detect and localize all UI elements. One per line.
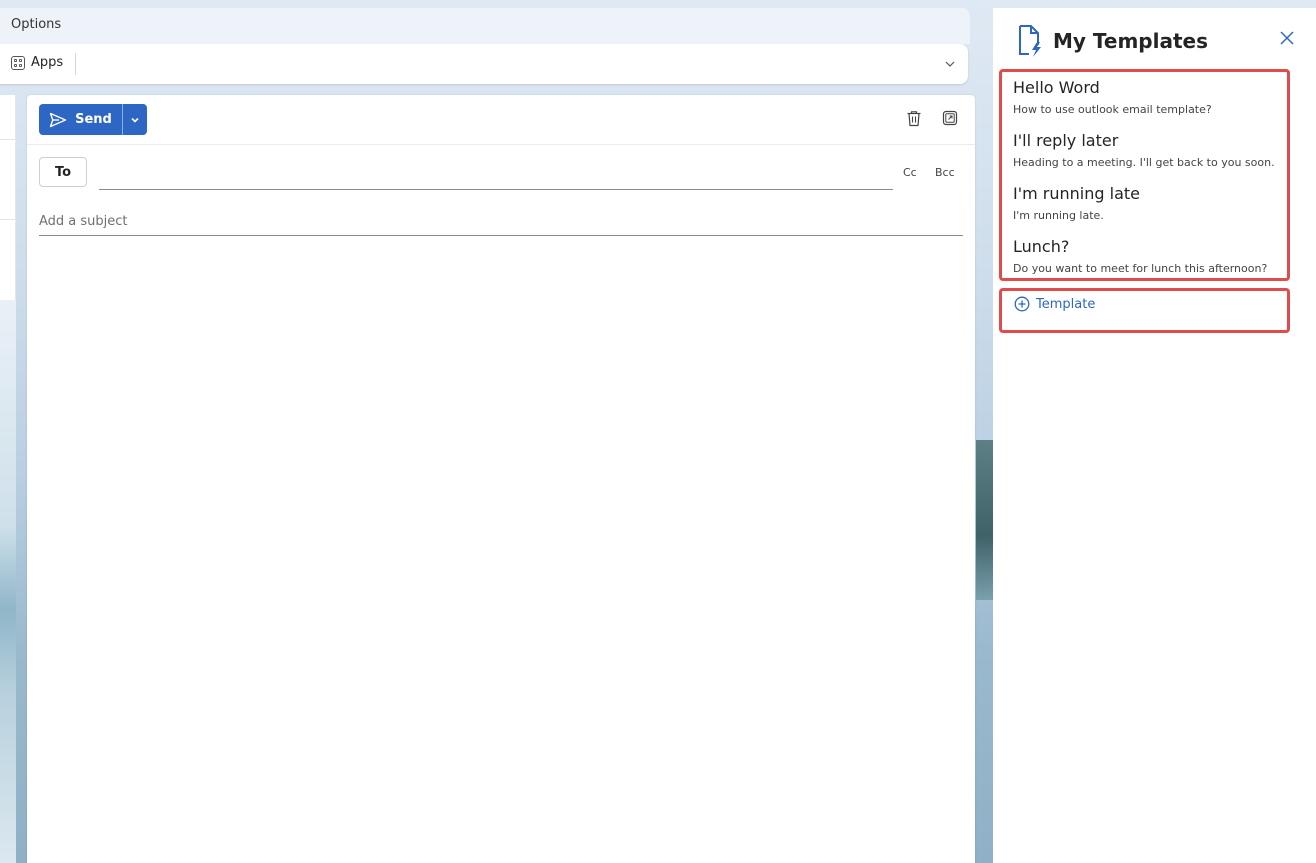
- send-icon: [49, 112, 67, 127]
- template-description: Do you want to meet for lunch this after…: [1013, 262, 1268, 275]
- template-title: Lunch?: [1013, 237, 1070, 256]
- add-circle-icon: [1014, 296, 1030, 312]
- template-item[interactable]: I'm running late I'm running late.: [1013, 184, 1140, 222]
- message-body[interactable]: [39, 245, 963, 855]
- popout-icon: [942, 110, 958, 126]
- background-scenery-left: [0, 300, 16, 863]
- to-button[interactable]: To: [39, 157, 87, 187]
- apps-icon: [11, 55, 25, 70]
- template-logo-icon: [1019, 25, 1041, 57]
- template-description: Heading to a meeting. I'll get back to y…: [1013, 156, 1275, 169]
- template-title: I'll reply later: [1013, 131, 1119, 150]
- toolbar-divider: [75, 53, 76, 75]
- ribbon-tab-bar: Options: [0, 8, 970, 44]
- template-title: Hello Word: [1013, 78, 1100, 97]
- send-button-group: Send: [39, 104, 147, 135]
- compose-pane: Send To Cc Bcc: [27, 95, 975, 863]
- templates-panel: My Templates Hello Word How to use outlo…: [993, 8, 1316, 863]
- delete-icon: [907, 110, 921, 126]
- chevron-down-icon: [131, 117, 139, 123]
- tab-options[interactable]: Options: [11, 17, 61, 32]
- template-description: How to use outlook email template?: [1013, 103, 1212, 116]
- compose-actions: [905, 109, 959, 127]
- send-label: Send: [75, 112, 112, 127]
- add-template-label: Template: [1036, 296, 1096, 312]
- discard-button[interactable]: [905, 109, 923, 127]
- subject-input[interactable]: [39, 207, 963, 236]
- compose-header-divider: [27, 144, 975, 145]
- template-title: I'm running late: [1013, 184, 1140, 203]
- popout-button[interactable]: [941, 109, 959, 127]
- bcc-button[interactable]: Bcc: [935, 166, 955, 179]
- to-input[interactable]: [99, 157, 893, 190]
- add-template-button[interactable]: Template: [1014, 296, 1095, 312]
- panel-title: My Templates: [1053, 29, 1208, 53]
- apps-label: Apps: [31, 55, 64, 70]
- template-item[interactable]: Lunch? Do you want to meet for lunch thi…: [1013, 237, 1267, 275]
- template-item[interactable]: I'll reply later Heading to a meeting. I…: [1013, 131, 1275, 169]
- close-icon[interactable]: [1280, 31, 1294, 45]
- message-list-edge: [0, 95, 16, 300]
- background-scenery: [976, 440, 994, 600]
- send-options-dropdown[interactable]: [122, 104, 147, 135]
- cc-button[interactable]: Cc: [903, 166, 917, 179]
- apps-button[interactable]: Apps: [11, 55, 63, 70]
- template-item[interactable]: Hello Word How to use outlook email temp…: [1013, 78, 1212, 116]
- template-description: I'm running late.: [1013, 209, 1104, 222]
- chevron-down-icon[interactable]: [944, 58, 956, 70]
- send-button[interactable]: Send: [39, 104, 122, 135]
- ribbon-toolbar: Apps: [0, 44, 968, 84]
